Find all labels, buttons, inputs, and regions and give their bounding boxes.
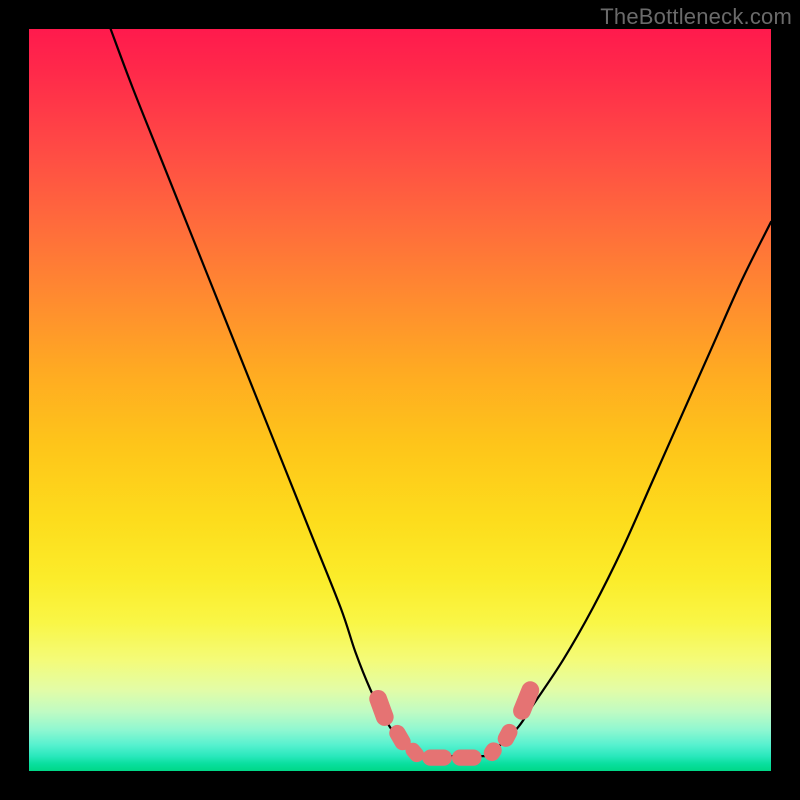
- chart-svg: [29, 29, 771, 771]
- marker-point: [367, 687, 396, 728]
- chart-frame: TheBottleneck.com: [0, 0, 800, 800]
- marker-point: [422, 749, 452, 765]
- curves-layer: [111, 29, 771, 756]
- plot-area: [29, 29, 771, 771]
- marker-point: [452, 749, 482, 765]
- watermark-text: TheBottleneck.com: [600, 4, 792, 30]
- series-left-curve: [111, 29, 415, 756]
- series-right-curve: [489, 222, 771, 756]
- markers-layer: [367, 679, 542, 766]
